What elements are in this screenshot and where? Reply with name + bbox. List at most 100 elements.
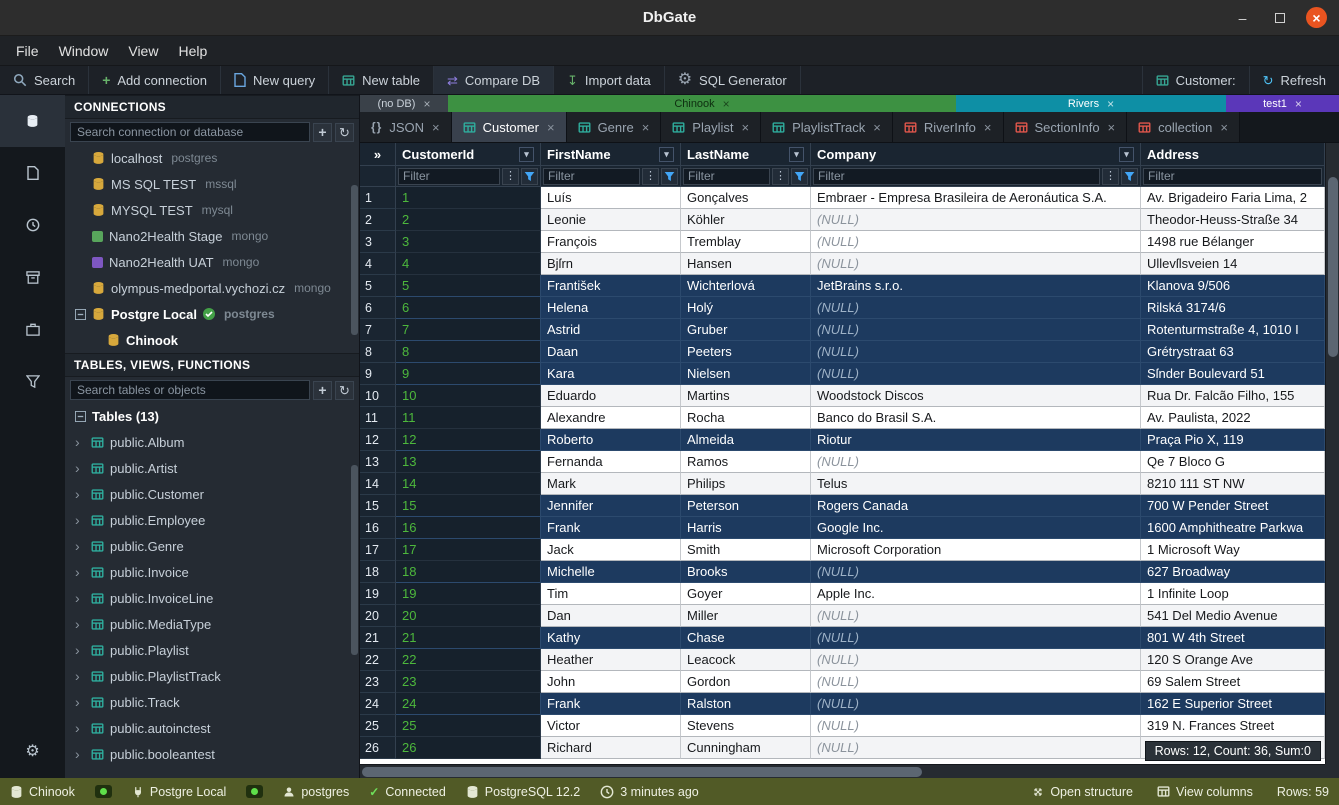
close-icon[interactable]: × [642,120,650,135]
row-number[interactable]: 10 [360,385,396,407]
tab-collection[interactable]: collection× [1127,112,1240,142]
nav-item-connections-nav-icon[interactable] [0,95,65,147]
grid-cell[interactable]: Grétrystraat 63 [1141,341,1325,363]
grid-cell[interactable]: Cunningham [681,737,811,759]
minimize-button[interactable]: – [1232,7,1253,28]
grid-cell[interactable]: Sſnder Boulevard 51 [1141,363,1325,385]
grid-cell[interactable]: 319 N. Frances Street [1141,715,1325,737]
toolbar-new-table-button[interactable]: New table [329,66,434,94]
grid-cell[interactable]: 4 [396,253,541,275]
nav-item-archive-nav-icon[interactable] [0,251,65,303]
row-number[interactable]: 4 [360,253,396,275]
row-number[interactable]: 15 [360,495,396,517]
grid-cell[interactable]: Google Inc. [811,517,1141,539]
grid-cell[interactable]: Miller [681,605,811,627]
grid-cell[interactable]: 6 [396,297,541,319]
close-icon[interactable]: × [1295,97,1302,111]
settings-nav-item[interactable]: ⚙ [0,726,65,778]
row-number[interactable]: 26 [360,737,396,759]
row-number[interactable]: 21 [360,627,396,649]
grid-cell[interactable]: 8 [396,341,541,363]
menu-item-view[interactable]: View [118,39,168,63]
grid-cell[interactable]: Gordon [681,671,811,693]
grid-cell[interactable]: Leacock [681,649,811,671]
close-icon[interactable]: × [547,120,555,135]
connection-item-chinook[interactable]: Chinook [65,327,359,353]
filter-funnel-button[interactable] [791,168,808,185]
table-row[interactable]: 1212RobertoAlmeidaRioturPraça Pio X, 119 [360,429,1325,451]
toolbar-import-data-button[interactable]: ↧Import data [554,66,665,94]
grid-cell[interactable]: Frank [541,693,681,715]
table-item-public-invoiceline[interactable]: ›public.InvoiceLine [65,585,359,611]
row-number[interactable]: 16 [360,517,396,539]
grid-cell[interactable]: (NULL) [811,253,1141,275]
grid-cell[interactable]: Almeida [681,429,811,451]
maximize-button[interactable] [1269,7,1290,28]
table-row[interactable]: 88DaanPeeters(NULL)Grétrystraat 63 [360,341,1325,363]
tab-playlisttrack[interactable]: PlaylistTrack× [761,112,893,142]
grid-cell[interactable]: Rua Dr. Falcão Filho, 155 [1141,385,1325,407]
filter-input-customerid[interactable] [398,168,500,185]
filter-input-firstname[interactable] [543,168,640,185]
grid-cell[interactable]: Kara [541,363,681,385]
column-dropdown-button[interactable]: ▾ [1119,147,1134,162]
grid-cell[interactable]: Peterson [681,495,811,517]
row-number[interactable]: 19 [360,583,396,605]
filter-input-company[interactable] [813,168,1100,185]
grid-cell[interactable]: Daan [541,341,681,363]
row-number[interactable]: 20 [360,605,396,627]
grid-cell[interactable]: 23 [396,671,541,693]
grid-cell[interactable]: Jennifer [541,495,681,517]
grid-cell[interactable]: 1 [396,187,541,209]
grid-cell[interactable]: 7 [396,319,541,341]
grid-cell[interactable]: (NULL) [811,671,1141,693]
filter-input-address[interactable] [1143,168,1322,185]
grid-cell[interactable]: 2 [396,209,541,231]
grid-cell[interactable]: 19 [396,583,541,605]
grid-cell[interactable]: Martins [681,385,811,407]
tab-group-chinook[interactable]: Chinook× [448,95,956,112]
grid-cell[interactable]: Astrid [541,319,681,341]
table-row[interactable]: 2020DanMiller(NULL)541 Del Medio Avenue [360,605,1325,627]
table-row[interactable]: 1818MichelleBrooks(NULL)627 Broadway [360,561,1325,583]
grid-cell[interactable]: Embraer - Empresa Brasileira de Aeronáut… [811,187,1141,209]
row-number[interactable]: 6 [360,297,396,319]
grid-cell[interactable]: Leonie [541,209,681,231]
grid-cell[interactable]: Dan [541,605,681,627]
close-icon[interactable]: × [423,97,430,111]
table-row[interactable]: 1919TimGoyerApple Inc.1 Infinite Loop [360,583,1325,605]
nav-item-files-nav-icon[interactable] [0,147,65,199]
grid-cell[interactable]: 14 [396,473,541,495]
grid-cell[interactable]: 69 Salem Street [1141,671,1325,693]
connection-item-nano2health-uat[interactable]: Nano2Health UATmongo [65,249,359,275]
column-header-customerid[interactable]: CustomerId▾ [396,143,541,166]
grid-cell[interactable]: (NULL) [811,561,1141,583]
filter-input-lastname[interactable] [683,168,770,185]
grid-cell[interactable]: Frank [541,517,681,539]
grid-cell[interactable]: Av. Paulista, 2022 [1141,407,1325,429]
table-item-public-playlist[interactable]: ›public.Playlist [65,637,359,663]
row-number[interactable]: 11 [360,407,396,429]
row-number[interactable]: 22 [360,649,396,671]
grid-cell[interactable]: 25 [396,715,541,737]
row-number[interactable]: 1 [360,187,396,209]
grid-cell[interactable]: 16 [396,517,541,539]
toolbar-add-connection-button[interactable]: +Add connection [89,66,221,94]
expand-all-button[interactable]: » [360,143,396,166]
vertical-scrollbar-thumb[interactable] [1328,177,1338,357]
grid-cell[interactable]: 1498 rue Bélanger [1141,231,1325,253]
menu-item-file[interactable]: File [6,39,49,63]
grid-cell[interactable]: Banco do Brasil S.A. [811,407,1141,429]
table-item-public-customer[interactable]: ›public.Customer [65,481,359,507]
refresh-tables-button[interactable]: ↻ [335,381,354,400]
row-number[interactable]: 5 [360,275,396,297]
tab-group-test1[interactable]: test1× [1226,95,1339,112]
row-number[interactable]: 12 [360,429,396,451]
grid-cell[interactable]: Ramos [681,451,811,473]
grid-cell[interactable]: Tim [541,583,681,605]
grid-cell[interactable]: 541 Del Medio Avenue [1141,605,1325,627]
row-number[interactable]: 7 [360,319,396,341]
table-item-public-employee[interactable]: ›public.Employee [65,507,359,533]
grid-cell[interactable]: Köhler [681,209,811,231]
close-icon[interactable]: × [723,97,730,111]
